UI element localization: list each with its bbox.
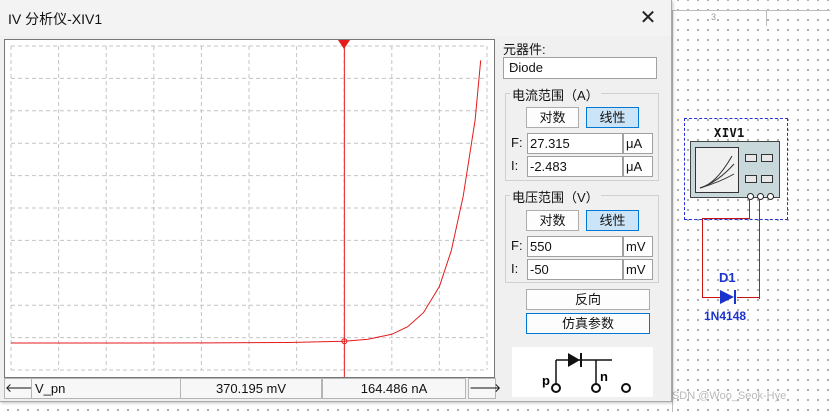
voltage-initial-input[interactable]: -50 — [527, 259, 623, 280]
iv-chart[interactable] — [5, 40, 494, 377]
chevron-down-icon: ⌵ — [509, 59, 518, 71]
iv-trace-line — [11, 60, 482, 344]
voltage-initial-label: I: — [511, 261, 519, 276]
current-initial-input[interactable]: -2.483 — [527, 156, 623, 177]
cursor-marker-icon[interactable] — [338, 40, 351, 49]
simulation-params-button[interactable]: 仿真参数 — [526, 313, 650, 334]
diode-preview: p n — [512, 347, 653, 397]
diode-symbol-icon[interactable] — [719, 289, 739, 305]
window-title: IV 分析仪-XIV1 — [8, 11, 103, 27]
diode-terminal-icon: p n — [542, 353, 631, 393]
status-bar: 🡐 V_pn 370.195 mV 164.486 nA 🡒 — [4, 378, 501, 399]
iv-analyzer-symbol[interactable] — [690, 141, 780, 200]
title-bar[interactable]: IV 分析仪-XIV1 ✕ — [0, 0, 671, 36]
component-label: 元器件: — [503, 42, 546, 57]
voltage-final-label: F: — [511, 238, 523, 253]
wire[interactable] — [749, 199, 750, 218]
terminal-icon[interactable] — [767, 193, 774, 200]
instrument-screen — [695, 147, 739, 193]
cursor-current: 164.486 nA — [322, 378, 466, 399]
watermark: CSDN @Woo_Seok-Hye — [664, 390, 787, 402]
instrument-button — [761, 175, 773, 183]
terminal-p-label: p — [542, 373, 550, 388]
current-initial-unit[interactable]: μA — [623, 156, 653, 177]
schematic-border-top — [672, 10, 830, 11]
current-final-unit[interactable]: μA — [623, 133, 653, 154]
terminal-n-label: n — [600, 369, 608, 384]
voltage-initial-unit[interactable]: mV — [623, 259, 653, 280]
cursor-right-arrow-icon[interactable]: 🡒 — [468, 378, 501, 399]
instrument-button — [745, 175, 757, 183]
wire[interactable] — [702, 218, 703, 298]
wire[interactable] — [702, 218, 750, 219]
schematic-border-left — [672, 10, 673, 412]
diode-ref-label: D1 — [719, 270, 736, 285]
current-final-input[interactable]: 27.315 — [527, 133, 623, 154]
iv-analyzer-window: IV 分析仪-XIV1 ✕ 🡐 V_pn 370.195 mV 164.486 … — [0, 0, 672, 402]
instrument-curves-icon — [699, 155, 735, 189]
current-range-title: 电流范围（A） — [510, 85, 601, 104]
wire[interactable] — [759, 199, 760, 299]
trace-name: V_pn — [31, 378, 182, 399]
close-icon[interactable]: ✕ — [634, 4, 662, 32]
cursor-voltage: 370.195 mV — [180, 378, 322, 399]
schematic-ruler-number: 3 — [711, 12, 717, 22]
voltage-range-title: 电压范围（V） — [510, 187, 601, 206]
diode-part-label: 1N4148 — [704, 309, 747, 323]
cursor-left-arrow-icon[interactable]: 🡐 — [4, 378, 37, 399]
schematic-ruler-mark — [766, 10, 767, 26]
reverse-button[interactable]: 反向 — [526, 289, 650, 310]
voltage-linear-button[interactable]: 线性 — [586, 210, 639, 231]
instrument-ref-label: XIV1 — [714, 126, 745, 140]
iv-plot-area[interactable] — [4, 39, 495, 378]
wire[interactable] — [702, 297, 720, 298]
current-final-label: F: — [511, 135, 523, 150]
wire[interactable] — [737, 297, 760, 298]
component-select[interactable]: Diode ⌵ — [503, 57, 657, 79]
instrument-button — [745, 154, 757, 162]
current-initial-label: I: — [511, 158, 519, 173]
current-linear-button[interactable]: 线性 — [586, 107, 639, 128]
voltage-final-input[interactable]: 550 — [527, 236, 623, 257]
voltage-log-button[interactable]: 对数 — [526, 210, 579, 231]
instrument-button — [761, 154, 773, 162]
voltage-final-unit[interactable]: mV — [623, 236, 653, 257]
current-log-button[interactable]: 对数 — [526, 107, 579, 128]
